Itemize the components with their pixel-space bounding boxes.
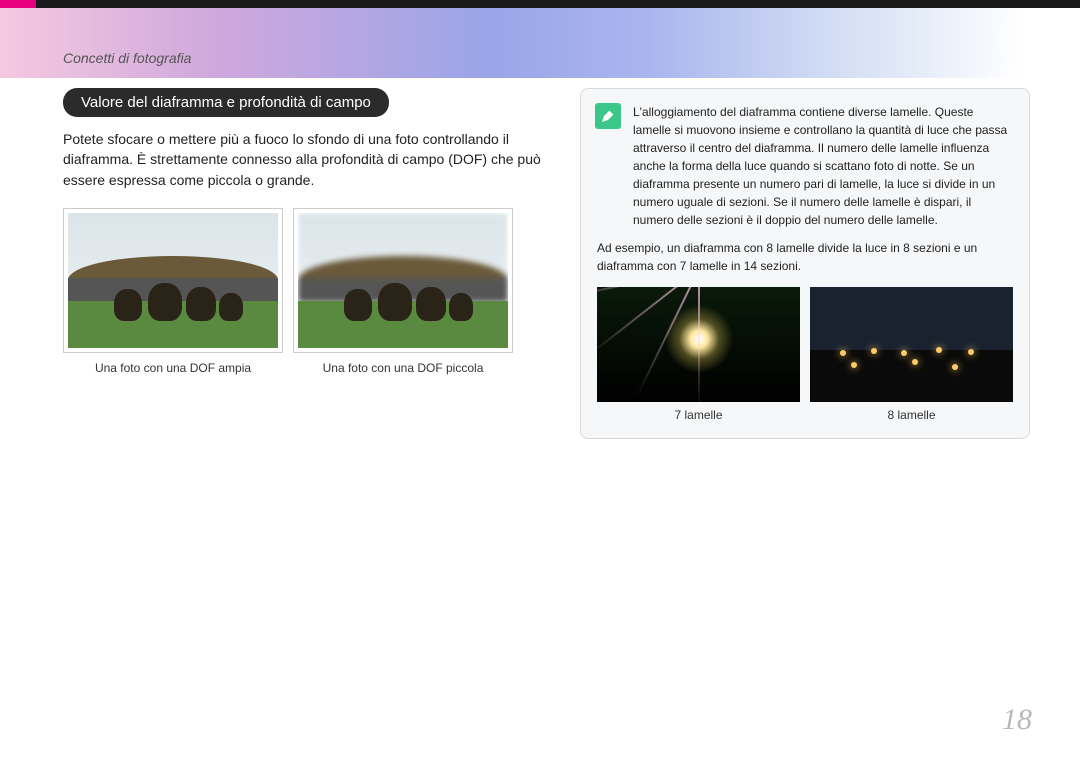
photo-small-dof: [298, 213, 508, 348]
body-text: Potete sfocare o mettere più a fuoco lo …: [63, 129, 563, 190]
note-box: L'alloggiamento del diaframma contiene d…: [580, 88, 1030, 439]
night-photo-8-blades: [810, 287, 1013, 402]
photo-caption: Una foto con una DOF piccola: [293, 361, 513, 375]
night-caption: 8 lamelle: [810, 408, 1013, 422]
top-bar: [0, 0, 1080, 8]
header-gradient: Concetti di fotografia: [0, 8, 1080, 78]
blade-examples-row: 7 lamelle 8 lamelle: [597, 287, 1013, 422]
note-paragraph-2: Ad esempio, un diaframma con 8 lamelle d…: [597, 239, 1013, 275]
left-column: Valore del diaframma e profondità di cam…: [63, 88, 563, 375]
photo-wide-dof: [68, 213, 278, 348]
photo-caption: Una foto con una DOF ampia: [63, 361, 283, 375]
page-number: 18: [1002, 703, 1032, 737]
dof-photo-row: Una foto con una DOF ampia: [63, 208, 563, 375]
note-paragraph-1: L'alloggiamento del diaframma contiene d…: [633, 103, 1013, 229]
top-bar-accent: [0, 0, 36, 8]
night-photo-7-blades: [597, 287, 800, 402]
night-card-8: 8 lamelle: [810, 287, 1013, 422]
photo-card-wide-dof: Una foto con una DOF ampia: [63, 208, 283, 375]
photo-card-small-dof: Una foto con una DOF piccola: [293, 208, 513, 375]
pen-note-icon: [595, 103, 621, 129]
section-title: Valore del diaframma e profondità di cam…: [63, 88, 389, 117]
night-caption: 7 lamelle: [597, 408, 800, 422]
night-card-7: 7 lamelle: [597, 287, 800, 422]
breadcrumb: Concetti di fotografia: [63, 50, 191, 66]
right-column: L'alloggiamento del diaframma contiene d…: [580, 88, 1030, 439]
